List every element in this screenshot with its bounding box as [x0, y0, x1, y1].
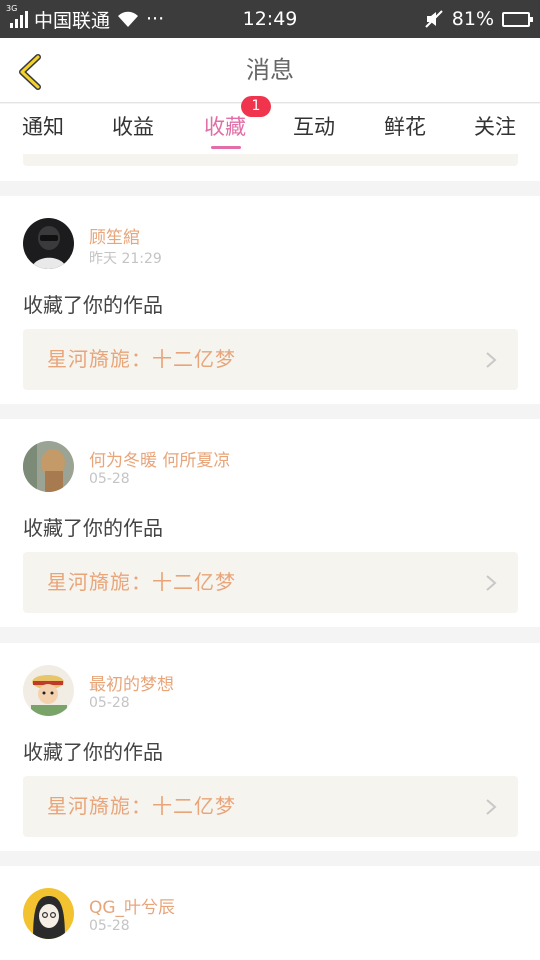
user-name[interactable]: 最初的梦想	[89, 670, 174, 695]
chevron-right-icon	[486, 352, 497, 368]
action-text: 收藏了你的作品	[23, 516, 163, 540]
avatar[interactable]	[23, 218, 74, 269]
list-item[interactable]: 顾笙綰 昨天 21:29 收藏了你的作品 星河旖旎：十二亿梦	[0, 196, 540, 404]
timestamp: 05-28	[89, 695, 130, 711]
list-item[interactable]: 最初的梦想 05-28 收藏了你的作品 星河旖旎：十二亿梦	[0, 643, 540, 851]
list-item[interactable]: 何为冬暖 何所夏凉 05-28 收藏了你的作品 星河旖旎：十二亿梦	[0, 419, 540, 627]
user-name[interactable]: 顾笙綰	[89, 223, 140, 248]
page-title: 消息	[246, 56, 294, 84]
mute-icon	[425, 10, 443, 28]
user-name[interactable]: QG_叶兮辰	[89, 893, 175, 918]
user-name[interactable]: 何为冬暖 何所夏凉	[89, 446, 230, 471]
timestamp: 05-28	[89, 918, 130, 934]
tab-bar: 通知 收益 收藏 互动 鲜花 关注	[0, 104, 540, 154]
previous-card-fragment	[0, 154, 540, 181]
timestamp: 昨天 21:29	[89, 251, 162, 267]
work-link[interactable]: 星河旖旎：十二亿梦	[23, 552, 518, 613]
avatar[interactable]	[23, 441, 74, 492]
work-title: 星河旖旎：十二亿梦	[47, 570, 236, 594]
battery-percent: 81%	[451, 8, 494, 30]
active-tab-indicator	[211, 146, 241, 149]
work-title: 星河旖旎：十二亿梦	[47, 347, 236, 371]
avatar[interactable]	[23, 665, 74, 716]
header: 消息	[0, 38, 540, 103]
tab-following[interactable]: 关注	[474, 104, 516, 154]
tab-interactions[interactable]: 互动	[293, 104, 335, 154]
avatar[interactable]	[23, 888, 74, 939]
tab-notifications[interactable]: 通知	[22, 104, 64, 154]
chevron-right-icon	[486, 799, 497, 815]
timestamp: 05-28	[89, 471, 130, 487]
work-link[interactable]: 星河旖旎：十二亿梦	[23, 776, 518, 837]
action-text: 收藏了你的作品	[23, 740, 163, 764]
tab-badge: 1	[241, 96, 271, 117]
list-item[interactable]: QG_叶兮辰 05-28	[0, 866, 540, 960]
message-list[interactable]: 顾笙綰 昨天 21:29 收藏了你的作品 星河旖旎：十二亿梦 何为冬暖 何所夏凉…	[0, 154, 540, 960]
work-link[interactable]: 星河旖旎：十二亿梦	[23, 329, 518, 390]
tab-flowers[interactable]: 鲜花	[384, 104, 426, 154]
tab-earnings[interactable]: 收益	[112, 104, 154, 154]
battery-icon	[502, 11, 533, 27]
work-title: 星河旖旎：十二亿梦	[47, 794, 236, 818]
status-bar: 3G 中国联通 ··· 12:49 81%	[0, 0, 540, 38]
action-text: 收藏了你的作品	[23, 293, 163, 317]
chevron-right-icon	[486, 575, 497, 591]
